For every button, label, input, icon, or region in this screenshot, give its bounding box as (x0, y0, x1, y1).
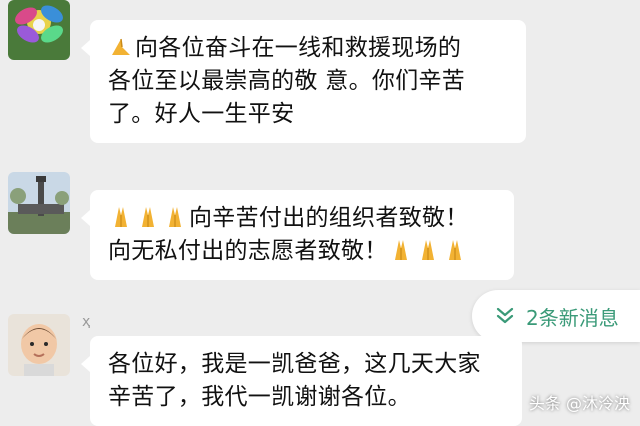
folded-hands-icon (448, 240, 461, 260)
folded-hands-icon (142, 207, 154, 227)
message-text: 向辛苦付出的组织者致敬！ (189, 205, 469, 231)
message-bubble-3[interactable]: 各位好，我是一凯爸爸，这几天大家 辛苦了，我代一凯谢谢各位。 (81, 336, 522, 426)
avatar-baby[interactable] (8, 314, 70, 376)
folded-hands-icon (115, 207, 127, 227)
watermark: 头条 @沐泠泱 (528, 394, 630, 413)
praying-hands-icon (112, 38, 130, 55)
message-bubble-2[interactable]: 向辛苦付出的组织者致敬！ 向无私付出的志愿者致敬！ (81, 190, 514, 280)
new-messages-button[interactable]: 2条新消息 (472, 290, 640, 342)
message-line: 向辛苦付出的组织者致敬！ (108, 202, 496, 235)
double-chevron-down-icon (496, 307, 514, 324)
message-line: 各位好，我是一凯爸爸，这几天大家 (108, 351, 481, 377)
folded-hands-icon (394, 240, 407, 260)
new-messages-label: 2条新消息 (526, 305, 619, 330)
message-text: 向各位奋斗在一线和救援现场的 (135, 35, 462, 61)
message-line: 辛苦了，我代一凯谢谢各位。 (108, 384, 411, 410)
avatar-tower[interactable] (8, 172, 70, 234)
message-line: 各位至以最崇高的敬 意。你们辛苦 (108, 68, 466, 94)
sender-name: ҳ (82, 314, 91, 330)
folded-hands-icon (169, 207, 181, 227)
folded-hands-icon (421, 240, 434, 260)
message-bubble-1[interactable]: 向各位奋斗在一线和救援现场的 各位至以最崇高的敬 意。你们辛苦 了。好人一生平安 (81, 20, 526, 143)
message-text: 向无私付出的志愿者致敬！ (108, 238, 388, 264)
avatar-flower[interactable] (8, 0, 70, 60)
message-line: 了。好人一生平安 (108, 101, 295, 127)
message-line: 向各位奋斗在一线和救援现场的 (108, 32, 508, 65)
message-line: 向无私付出的志愿者致敬！ (108, 235, 496, 268)
